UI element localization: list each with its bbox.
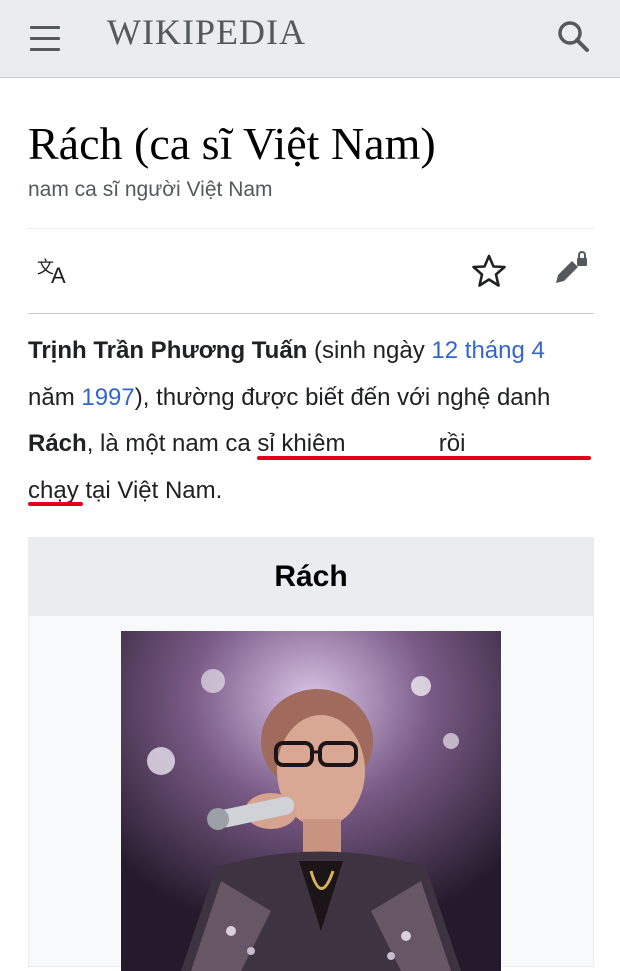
year-separator: năm bbox=[28, 383, 82, 411]
lead-paragraph: Trịnh Trần Phương Tuấn (sinh ngày 12 thá… bbox=[28, 328, 594, 514]
top-bar: WIKIPEDIA bbox=[0, 0, 620, 78]
comma-text: , là một bbox=[86, 430, 173, 457]
translate-icon[interactable]: 文 A bbox=[34, 251, 74, 291]
svg-text:A: A bbox=[51, 263, 66, 288]
highlighted-phrase: nam ca sỉ khiêm bbox=[172, 430, 346, 457]
page-title: Rách (ca sĩ Việt Nam) bbox=[28, 118, 436, 169]
search-icon[interactable] bbox=[553, 16, 595, 58]
highlighted-line4: chạy bbox=[28, 476, 79, 504]
infobox-title: Rách bbox=[29, 538, 593, 616]
edit-lock-icon[interactable] bbox=[550, 251, 590, 291]
highlighted-tail: rồi bbox=[438, 430, 466, 457]
stage-name: Rách bbox=[28, 430, 87, 457]
page-actions-bar: 文 A bbox=[28, 228, 594, 314]
birth-date-link[interactable]: 12 tháng 4 bbox=[431, 337, 544, 364]
gap-text bbox=[345, 430, 438, 457]
red-underline-1 bbox=[257, 456, 591, 460]
wikipedia-wordmark[interactable]: WIKIPEDIA bbox=[107, 11, 306, 53]
page-description: nam ca sĩ người Việt Nam bbox=[28, 178, 273, 201]
birth-name: Trịnh Trần Phương Tuấn bbox=[28, 337, 308, 364]
born-prefix: (sinh ngày bbox=[307, 337, 432, 364]
ending-text: tại Việt Nam. bbox=[78, 476, 223, 504]
singer-photo[interactable] bbox=[121, 631, 501, 971]
star-icon[interactable] bbox=[469, 251, 509, 291]
birth-year-link[interactable]: 1997 bbox=[81, 384, 134, 411]
after-year-text: ), thường được biết đến với nghệ danh bbox=[134, 383, 551, 411]
red-underline-2 bbox=[28, 502, 83, 506]
infobox: Rách bbox=[28, 537, 594, 971]
article-content: Rách (ca sĩ Việt Nam) nam ca sĩ người Vi… bbox=[28, 78, 594, 971]
hamburger-menu-icon[interactable] bbox=[26, 22, 64, 56]
